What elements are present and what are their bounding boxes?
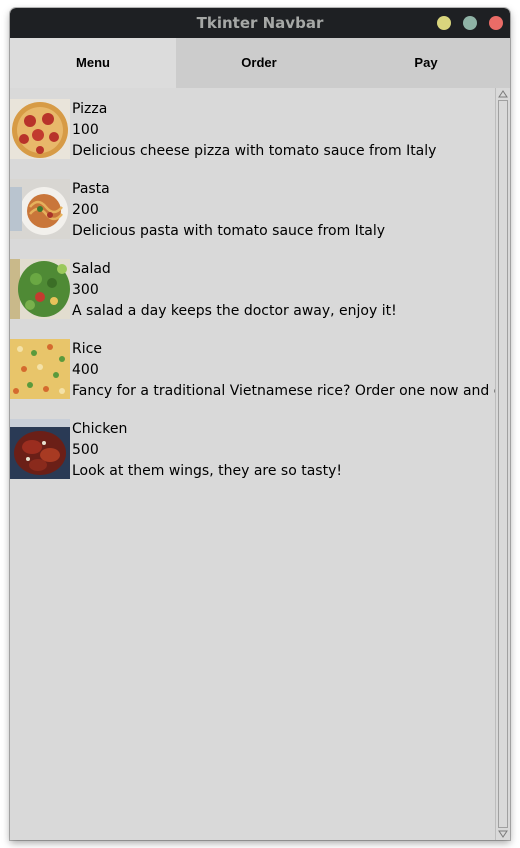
item-name: Chicken bbox=[72, 421, 128, 437]
item-description: A salad a day keeps the doctor away, enj… bbox=[72, 303, 397, 319]
pasta-image bbox=[10, 179, 70, 239]
pizza-image bbox=[10, 99, 70, 159]
tab-pay[interactable]: Pay bbox=[342, 38, 510, 88]
item-description: Look at them wings, they are so tasty! bbox=[72, 463, 342, 479]
item-description: Fancy for a traditional Vietnamese rice?… bbox=[72, 383, 495, 399]
chicken-image bbox=[10, 419, 70, 479]
app-window: Tkinter Navbar Menu Order Pay Pizza 100 … bbox=[10, 8, 510, 840]
list-item: Pasta 200 Delicious pasta with tomato sa… bbox=[10, 168, 495, 239]
minimize-button[interactable] bbox=[437, 16, 451, 30]
title-bar[interactable]: Tkinter Navbar bbox=[10, 8, 510, 38]
close-button[interactable] bbox=[489, 16, 503, 30]
window-title: Tkinter Navbar bbox=[196, 14, 324, 32]
item-description: Delicious pasta with tomato sauce from I… bbox=[72, 223, 386, 239]
rice-image bbox=[10, 339, 70, 399]
menu-list: Pizza 100 Delicious cheese pizza with to… bbox=[10, 88, 495, 840]
item-price: 400 bbox=[72, 362, 99, 378]
list-item: Pizza 100 Delicious cheese pizza with to… bbox=[10, 88, 495, 159]
navbar: Menu Order Pay bbox=[10, 38, 510, 88]
item-name: Rice bbox=[72, 341, 102, 357]
item-price: 500 bbox=[72, 442, 99, 458]
item-name: Pasta bbox=[72, 181, 110, 197]
maximize-button[interactable] bbox=[463, 16, 477, 30]
vertical-scrollbar[interactable] bbox=[495, 88, 510, 840]
item-price: 200 bbox=[72, 202, 99, 218]
list-item: Salad 300 A salad a day keeps the doctor… bbox=[10, 248, 495, 319]
item-price: 100 bbox=[72, 122, 99, 138]
list-item: Rice 400 Fancy for a traditional Vietnam… bbox=[10, 328, 495, 399]
scroll-down-arrow-icon[interactable] bbox=[498, 829, 508, 839]
tab-order[interactable]: Order bbox=[176, 38, 342, 88]
item-price: 300 bbox=[72, 282, 99, 298]
tab-menu[interactable]: Menu bbox=[10, 38, 176, 88]
scroll-up-arrow-icon[interactable] bbox=[498, 89, 508, 99]
item-name: Pizza bbox=[72, 101, 108, 117]
item-description: Delicious cheese pizza with tomato sauce… bbox=[72, 143, 437, 159]
salad-image bbox=[10, 259, 70, 319]
item-name: Salad bbox=[72, 261, 111, 277]
list-item: Chicken 500 Look at them wings, they are… bbox=[10, 408, 495, 479]
scrollbar-thumb[interactable] bbox=[498, 100, 508, 828]
